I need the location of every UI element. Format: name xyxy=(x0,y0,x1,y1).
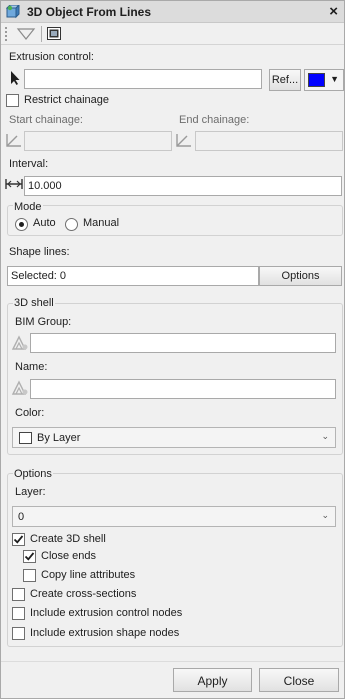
mode-manual-label: Manual xyxy=(83,217,120,229)
bim-group-input[interactable] xyxy=(30,333,336,353)
interval-icon xyxy=(5,179,23,189)
color-label: Color: xyxy=(15,407,45,419)
create-3d-shell-label: Create 3D shell xyxy=(30,533,106,545)
mode-auto-radio[interactable] xyxy=(15,218,28,231)
checkmark-icon xyxy=(24,552,35,561)
create-cross-sections-label: Create cross-sections xyxy=(30,588,137,600)
toolbar-grip xyxy=(5,27,8,41)
3d-object-app-icon xyxy=(6,5,20,19)
shape-lines-label: Shape lines: xyxy=(9,246,70,258)
mode-label: Mode xyxy=(13,201,43,213)
end-chainage-input[interactable] xyxy=(195,131,343,151)
start-chainage-label: Start chainage: xyxy=(9,114,83,126)
color-select[interactable]: By Layer ⌄ xyxy=(12,427,336,448)
chevron-down-icon: ⌄ xyxy=(321,431,329,441)
include-extrusion-control-nodes-label: Include extrusion control nodes xyxy=(30,607,183,619)
start-chainage-input[interactable] xyxy=(24,131,172,151)
layer-select[interactable]: 0 ⌄ xyxy=(12,506,336,527)
radio-selected-dot xyxy=(19,222,24,227)
footer-divider xyxy=(1,661,344,662)
shape-lines-options-button[interactable]: Options xyxy=(259,266,342,286)
shape-lines-selection[interactable]: Selected: 0 xyxy=(7,266,259,286)
include-extrusion-shape-nodes-label: Include extrusion shape nodes xyxy=(30,627,180,639)
color-picker-button[interactable]: ▼ xyxy=(304,69,344,91)
layer-label: Layer: xyxy=(15,486,46,498)
color-swatch-by-layer xyxy=(19,432,32,444)
mode-auto-label: Auto xyxy=(33,217,56,229)
close-button[interactable]: Close xyxy=(259,668,339,692)
layer-select-value: 0 xyxy=(18,511,25,523)
copy-line-attributes-label: Copy line attributes xyxy=(41,569,136,581)
include-extrusion-control-nodes-checkbox[interactable] xyxy=(12,607,25,620)
color-swatch xyxy=(308,73,325,87)
name-icon xyxy=(11,380,28,395)
extrusion-control-label: Extrusion control: xyxy=(9,51,94,63)
name-label: Name: xyxy=(15,361,48,373)
close-ends-checkbox[interactable] xyxy=(23,550,36,563)
apply-button[interactable]: Apply xyxy=(173,668,252,692)
copy-line-attributes-checkbox[interactable] xyxy=(23,569,36,582)
dialog-title: 3D Object From Lines xyxy=(27,5,152,19)
chevron-down-icon: ⌄ xyxy=(321,510,329,520)
dialog-panel: 3D Object From Lines × Extrusion control… xyxy=(0,0,345,699)
toolbar-separator xyxy=(41,26,42,42)
close-ends-label: Close ends xyxy=(41,550,97,562)
include-extrusion-shape-nodes-checkbox[interactable] xyxy=(12,627,25,640)
3d-shell-group-label: 3D shell xyxy=(13,297,55,309)
toolbar xyxy=(1,23,344,45)
mode-group xyxy=(7,205,343,236)
color-select-value: By Layer xyxy=(37,432,81,444)
title-bar: 3D Object From Lines × xyxy=(1,1,344,23)
ref-button[interactable]: Ref... xyxy=(269,69,301,91)
restrict-chainage-label: Restrict chainage xyxy=(24,94,109,106)
close-icon[interactable]: × xyxy=(329,3,338,20)
end-chainage-label: End chainage: xyxy=(179,114,250,126)
image-icon[interactable] xyxy=(47,27,61,40)
chevron-down-icon: ▼ xyxy=(330,74,339,84)
name-input[interactable] xyxy=(30,379,336,399)
options-group-label: Options xyxy=(13,468,53,480)
cursor-pick-icon[interactable] xyxy=(9,70,21,86)
mode-manual-radio[interactable] xyxy=(65,218,78,231)
start-chainage-icon xyxy=(6,134,21,147)
checkmark-icon xyxy=(13,535,24,544)
end-chainage-icon xyxy=(176,134,191,147)
bim-group-icon xyxy=(11,335,28,350)
extrusion-control-input[interactable] xyxy=(24,69,262,89)
create-3d-shell-checkbox[interactable] xyxy=(12,533,25,546)
restrict-chainage-checkbox[interactable] xyxy=(6,94,19,107)
filter-icon[interactable] xyxy=(16,27,36,41)
interval-input[interactable]: 10.000 xyxy=(24,176,342,196)
interval-label: Interval: xyxy=(9,158,49,170)
create-cross-sections-checkbox[interactable] xyxy=(12,588,25,601)
bim-group-label: BIM Group: xyxy=(15,316,72,328)
